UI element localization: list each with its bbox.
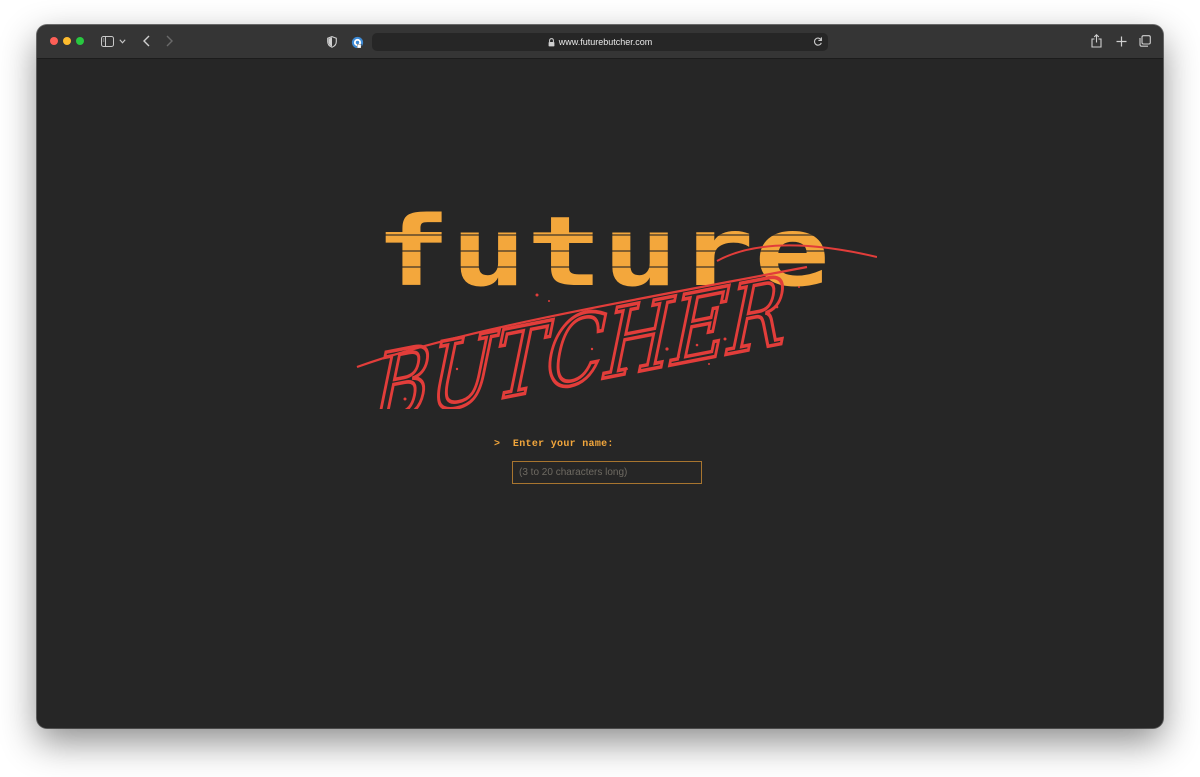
tabs-overview-icon — [1139, 35, 1151, 47]
forward-button[interactable] — [164, 34, 174, 48]
chevron-right-icon — [166, 35, 173, 47]
zoom-window-button[interactable] — [76, 37, 84, 45]
extension-button[interactable] — [350, 35, 364, 49]
browser-toolbar: www.futurebutcher.com — [37, 25, 1163, 59]
future-butcher-logo: future BUTCHER — [356, 199, 877, 409]
lock-icon — [548, 37, 555, 47]
name-input[interactable] — [512, 461, 702, 484]
sidebar-toggle-button[interactable] — [100, 35, 114, 47]
sidebar-icon — [100, 35, 114, 47]
url-text: www.futurebutcher.com — [558, 37, 653, 47]
new-tab-button[interactable] — [1114, 34, 1128, 48]
chevron-down-icon — [118, 38, 126, 44]
close-window-button[interactable] — [50, 37, 58, 45]
prompt-label: Enter your name: — [512, 439, 614, 450]
reload-icon — [814, 37, 822, 46]
chevron-left-icon — [142, 35, 149, 47]
sidebar-menu-button[interactable] — [118, 37, 126, 45]
prompt-marker: > — [494, 439, 501, 450]
name-prompt: > Enter your name: — [494, 439, 614, 450]
browser-window: www.futurebutcher.com future BUTCHER > E… — [37, 25, 1163, 728]
page-content: future BUTCHER > Enter your name: (3 to … — [37, 59, 1163, 728]
back-button[interactable] — [141, 34, 151, 48]
plus-icon — [1116, 36, 1126, 46]
share-icon — [1090, 34, 1102, 48]
reload-button[interactable] — [813, 36, 823, 47]
share-button[interactable] — [1089, 33, 1103, 49]
shield-icon — [327, 35, 337, 48]
tab-overview-button[interactable] — [1138, 34, 1152, 48]
minimize-window-button[interactable] — [63, 37, 71, 45]
address-bar[interactable]: www.futurebutcher.com — [372, 33, 828, 51]
extension-icon — [351, 36, 363, 48]
privacy-report-button[interactable] — [326, 35, 338, 48]
